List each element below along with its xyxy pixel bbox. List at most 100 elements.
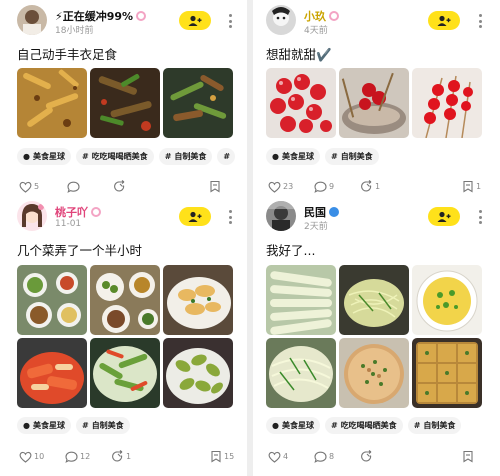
- vip-badge-icon: [91, 207, 101, 217]
- share-button[interactable]: [360, 450, 462, 463]
- like-button[interactable]: 4: [268, 451, 314, 463]
- more-options-icon[interactable]: [226, 210, 234, 224]
- username[interactable]: ⚡正在缓冲99%: [55, 8, 147, 24]
- hashtag-icon: #: [413, 421, 421, 430]
- share-button[interactable]: 1: [111, 450, 210, 463]
- tag-chip[interactable]: # 吃吃喝喝晒美食: [75, 148, 154, 165]
- share-icon: [114, 180, 125, 192]
- post-image[interactable]: [163, 68, 233, 138]
- post-image[interactable]: [90, 338, 160, 408]
- username[interactable]: 民国: [304, 204, 339, 220]
- username[interactable]: 小玖: [304, 8, 339, 24]
- planet-icon: ●: [272, 152, 279, 161]
- favorite-button[interactable]: [209, 180, 223, 193]
- post-title: 自己动手丰衣足食: [17, 47, 118, 62]
- post-card[interactable]: 小玖 4天前 想甜就甜✔️ ● 美食星球 # 自制美食 23 9 1 1: [253, 0, 500, 198]
- add-user-icon: [188, 211, 202, 222]
- avatar[interactable]: [17, 201, 47, 231]
- vip-badge-icon: [329, 11, 339, 21]
- vip-badge-icon: [136, 11, 147, 21]
- more-options-icon[interactable]: [476, 14, 484, 28]
- tag-chip[interactable]: # 自制美食: [158, 148, 213, 165]
- bookmark-icon: [463, 180, 473, 193]
- like-button[interactable]: 10: [19, 451, 65, 463]
- post-image[interactable]: [17, 338, 87, 408]
- planet-icon: ●: [23, 421, 30, 430]
- post-image[interactable]: [266, 338, 336, 408]
- post-card[interactable]: ⚡正在缓冲99% 18小时前 自己动手丰衣足食 ● 美食星球 # 吃吃喝喝晒美食 #…: [0, 0, 247, 198]
- heart-icon: [19, 181, 32, 193]
- add-user-icon: [437, 15, 451, 26]
- follow-button[interactable]: [428, 207, 460, 226]
- post-image[interactable]: [266, 68, 336, 138]
- tag-chip[interactable]: # 吃吃喝喝晒美食: [324, 417, 403, 434]
- add-user-icon: [188, 15, 202, 26]
- username[interactable]: 桃子吖: [55, 204, 101, 220]
- tag-chip[interactable]: ● 美食星球: [266, 417, 320, 434]
- share-icon: [361, 180, 372, 192]
- post-image[interactable]: [266, 265, 336, 335]
- bookmark-icon: [210, 180, 220, 193]
- hashtag-icon: #: [330, 152, 338, 161]
- post-image[interactable]: [163, 265, 233, 335]
- post-card[interactable]: 民国 2天前 我好了... ●美食星球 #吃吃喝喝晒美食 #自制美食 4: [253, 198, 500, 476]
- post-image[interactable]: [339, 68, 409, 138]
- tag-chip[interactable]: ● 美食星球: [17, 148, 71, 165]
- comment-button[interactable]: [67, 181, 113, 193]
- post-image[interactable]: [163, 338, 233, 408]
- post-image[interactable]: [339, 338, 409, 408]
- more-options-icon[interactable]: [476, 210, 484, 224]
- hashtag-icon: #: [223, 152, 231, 161]
- tag-chip[interactable]: ● 美食星球: [266, 148, 320, 165]
- post-image[interactable]: [90, 68, 160, 138]
- like-button[interactable]: 23: [268, 181, 314, 193]
- post-time: 18小时前: [55, 26, 94, 36]
- comment-icon: [65, 451, 78, 463]
- follow-button[interactable]: [179, 11, 211, 30]
- avatar[interactable]: [266, 201, 296, 231]
- post-image[interactable]: [412, 68, 482, 138]
- heart-icon: [268, 451, 281, 463]
- post-time: 11-01: [55, 219, 82, 229]
- comment-icon: [314, 181, 327, 193]
- post-image[interactable]: [412, 338, 482, 408]
- heart-icon: [268, 181, 281, 193]
- post-title: 几个菜弄了一个半小时: [17, 243, 143, 258]
- planet-icon: ●: [272, 421, 279, 430]
- post-title: 我好了...: [266, 243, 316, 258]
- add-user-icon: [437, 211, 451, 222]
- favorite-button[interactable]: 1: [462, 180, 481, 193]
- comment-button[interactable]: 12: [65, 451, 111, 463]
- favorite-button[interactable]: [462, 450, 476, 463]
- favorite-button[interactable]: 15: [210, 450, 234, 463]
- share-button[interactable]: 1: [360, 180, 462, 193]
- share-button[interactable]: [113, 180, 209, 193]
- post-title: 想甜就甜✔️: [266, 47, 332, 62]
- tag-chip[interactable]: ● 美食星球: [17, 417, 71, 434]
- comment-icon: [314, 451, 327, 463]
- tag-chip[interactable]: # 自制美食: [407, 417, 462, 434]
- comment-button[interactable]: 8: [314, 451, 360, 463]
- like-button[interactable]: 5: [19, 181, 67, 193]
- post-image[interactable]: [412, 265, 482, 335]
- avatar[interactable]: [17, 5, 47, 35]
- more-options-icon[interactable]: [226, 14, 234, 28]
- follow-button[interactable]: [428, 11, 460, 30]
- verified-badge-icon: [329, 207, 339, 217]
- hashtag-icon: #: [164, 152, 172, 161]
- post-image[interactable]: [17, 265, 87, 335]
- avatar[interactable]: [266, 5, 296, 35]
- post-image[interactable]: [90, 265, 160, 335]
- heart-icon: [19, 451, 32, 463]
- post-image[interactable]: [17, 68, 87, 138]
- comment-button[interactable]: 9: [314, 181, 360, 193]
- tag-chip[interactable]: # 自制美食: [324, 148, 379, 165]
- share-icon: [112, 450, 123, 462]
- follow-button[interactable]: [179, 207, 211, 226]
- post-card[interactable]: 桃子吖 11-01 几个菜弄了一个半小时 ● 美食星球 # 自制美食 10 12…: [0, 198, 247, 476]
- post-image[interactable]: [339, 265, 409, 335]
- planet-icon: ●: [23, 152, 30, 161]
- hashtag-icon: #: [330, 421, 338, 430]
- tag-chip[interactable]: # 自制美食: [75, 417, 130, 434]
- tag-chip[interactable]: #: [217, 148, 236, 165]
